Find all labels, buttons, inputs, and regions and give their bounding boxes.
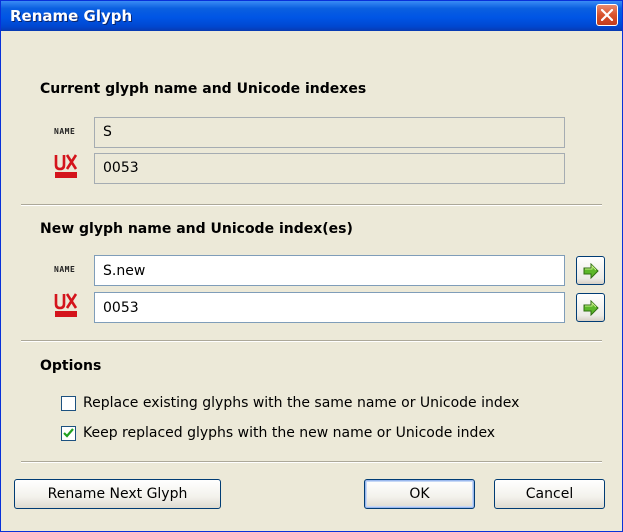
name-tag-icon: NAME (54, 265, 76, 274)
new-section-heading: New glyph name and Unicode index(es) (40, 221, 353, 237)
new-unicode-input[interactable] (94, 292, 565, 323)
current-unicode-field: 0053 (94, 153, 565, 184)
keep-replaced-checkbox[interactable] (61, 425, 76, 441)
dialog-title: Rename Glyph (10, 7, 133, 25)
keep-replaced-label: Keep replaced glyphs with the new name o… (83, 425, 496, 441)
replace-existing-option[interactable]: Replace existing glyphs with the same na… (61, 395, 519, 411)
options-heading: Options (40, 358, 102, 374)
replace-existing-checkbox[interactable] (61, 395, 76, 411)
separator (21, 461, 602, 463)
keep-replaced-option[interactable]: Keep replaced glyphs with the new name o… (61, 425, 495, 441)
rename-next-glyph-button[interactable]: Rename Next Glyph (14, 479, 221, 509)
current-name-field: S (94, 117, 565, 148)
name-tag-icon: NAME (54, 127, 76, 136)
apply-unicode-button[interactable] (576, 293, 605, 322)
separator (21, 204, 602, 206)
separator (21, 340, 602, 342)
replace-existing-label: Replace existing glyphs with the same na… (83, 395, 520, 411)
new-name-input[interactable] (94, 255, 565, 286)
cancel-button[interactable]: Cancel (494, 479, 605, 509)
rename-glyph-dialog: Rename Glyph Current glyph name and Unic… (0, 0, 623, 532)
checkmark-icon (63, 427, 74, 438)
green-arrow-icon (583, 300, 599, 316)
unicode-icon (54, 293, 78, 323)
close-icon (601, 9, 613, 21)
current-section-heading: Current glyph name and Unicode indexes (40, 81, 367, 97)
apply-name-button[interactable] (576, 256, 605, 285)
green-arrow-icon (583, 263, 599, 279)
close-button[interactable] (596, 4, 618, 26)
title-bar[interactable]: Rename Glyph (1, 1, 622, 31)
unicode-icon (54, 154, 78, 184)
ok-button[interactable]: OK (364, 479, 475, 509)
